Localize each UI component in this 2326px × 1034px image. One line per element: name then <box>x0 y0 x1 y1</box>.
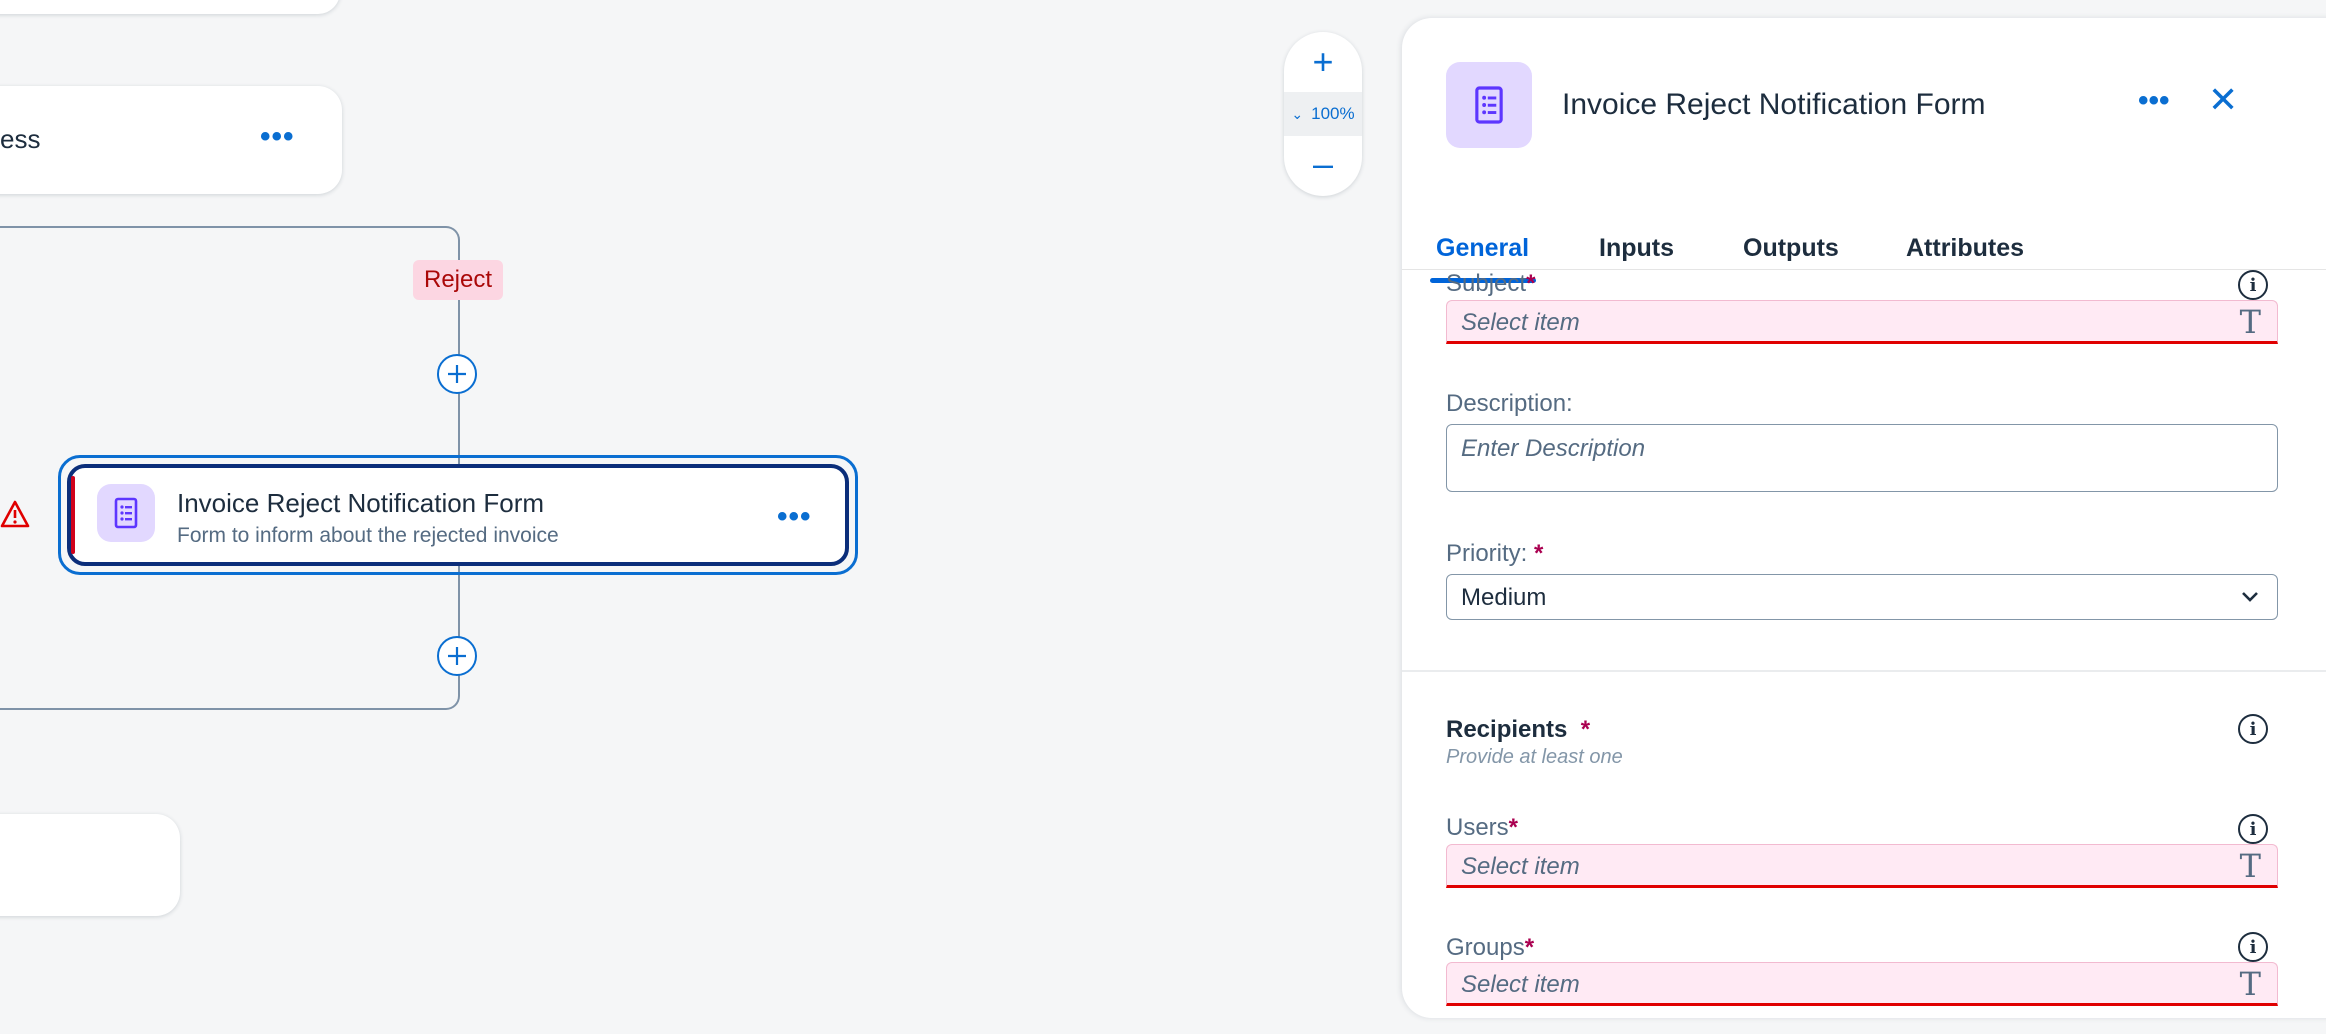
node-card-invoice-reject[interactable]: Invoice Reject Notification Form Form to… <box>67 464 849 566</box>
node-title: Invoice Reject Notification Form <box>177 488 545 518</box>
description-label: Description: <box>1446 390 1573 417</box>
priority-select[interactable]: Medium <box>1446 574 2278 620</box>
text-type-icon[interactable]: T <box>2240 303 2261 341</box>
description-textarea[interactable]: Enter Description <box>1446 424 2278 492</box>
subject-placeholder: Select item <box>1461 309 1580 336</box>
panel-more-icon[interactable]: ••• <box>2138 86 2170 116</box>
form-icon <box>1475 86 1503 124</box>
zoom-in-button[interactable]: + <box>1284 44 1362 80</box>
recipients-hint: Provide at least one <box>1446 746 1623 768</box>
priority-value: Medium <box>1461 584 1547 611</box>
tab-outputs[interactable]: Outputs <box>1743 234 1839 263</box>
process-more-icon[interactable]: ••• <box>260 122 295 152</box>
recipients-title: Recipients * <box>1446 716 1591 743</box>
groups-placeholder: Select item <box>1461 971 1580 998</box>
zoom-control: + ⌄ 100% – <box>1284 32 1362 196</box>
info-icon[interactable]: i <box>2238 270 2268 300</box>
tab-attributes[interactable]: Attributes <box>1906 234 2024 263</box>
users-label: Users* <box>1446 814 1519 841</box>
reject-branch-label: Reject <box>413 260 504 300</box>
text-type-icon[interactable]: T <box>2240 847 2261 885</box>
zoom-level-dropdown[interactable]: ⌄ 100% <box>1284 92 1362 136</box>
node-card-bottom-partial[interactable] <box>0 814 180 916</box>
node-more-icon[interactable]: ••• <box>777 502 812 532</box>
form-icon-box <box>1446 62 1532 148</box>
tab-general[interactable]: General <box>1436 234 1529 263</box>
info-icon[interactable]: i <box>2238 932 2268 962</box>
form-node-icon-box <box>97 484 155 542</box>
plus-icon <box>448 647 466 665</box>
error-accent-bar <box>71 476 75 554</box>
node-card-process[interactable]: ess ••• <box>0 86 342 194</box>
info-icon[interactable]: i <box>2238 714 2268 744</box>
add-step-button-bottom[interactable] <box>437 636 477 676</box>
node-label-partial: ess <box>0 124 41 154</box>
tab-inputs[interactable]: Inputs <box>1599 234 1674 263</box>
properties-panel: Invoice Reject Notification Form ••• ✕ G… <box>1402 18 2326 1018</box>
warning-icon[interactable] <box>0 500 30 533</box>
form-icon <box>114 497 138 529</box>
node-subtitle: Form to inform about the rejected invoic… <box>177 524 559 547</box>
chevron-down-icon <box>2242 592 2258 602</box>
add-step-button-top[interactable] <box>437 354 477 394</box>
process-canvas[interactable]: ess ••• Reject Invoice Reject Notificati… <box>0 0 1400 1034</box>
plus-icon <box>448 365 466 383</box>
panel-title: Invoice Reject Notification Form <box>1562 88 1986 121</box>
users-input[interactable]: Select item T <box>1446 844 2278 888</box>
close-icon[interactable]: ✕ <box>2208 82 2238 118</box>
info-icon[interactable]: i <box>2238 814 2268 844</box>
description-placeholder: Enter Description <box>1461 435 1646 462</box>
chevron-down-icon: ⌄ <box>1291 105 1304 122</box>
subject-input[interactable]: Select item T <box>1446 300 2278 344</box>
users-placeholder: Select item <box>1461 853 1580 880</box>
priority-label: Priority: * <box>1446 540 1544 567</box>
section-divider <box>1402 670 2326 672</box>
groups-input[interactable]: Select item T <box>1446 962 2278 1006</box>
groups-label: Groups* <box>1446 934 1535 961</box>
node-card-top-partial[interactable] <box>0 0 340 14</box>
text-type-icon[interactable]: T <box>2240 965 2261 1003</box>
zoom-level-value: 100% <box>1311 104 1355 123</box>
panel-tabs: General Inputs Outputs Attributes <box>1402 208 2326 283</box>
subject-label: Subject* <box>1446 270 1536 297</box>
zoom-out-button[interactable]: – <box>1284 146 1362 182</box>
